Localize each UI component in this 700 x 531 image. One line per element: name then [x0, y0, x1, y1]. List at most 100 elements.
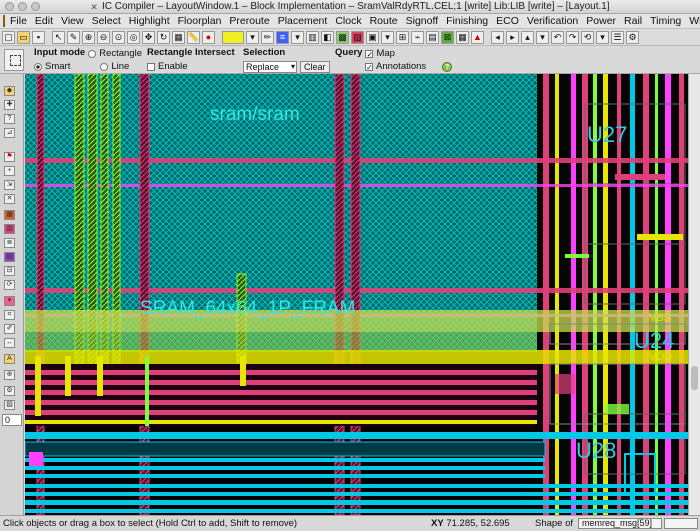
menu-floorplan[interactable]: Floorplan	[174, 14, 226, 29]
history-dropdown-icon[interactable]: ▾	[596, 30, 609, 44]
history-icon[interactable]: ⟲	[581, 30, 594, 44]
group-icon[interactable]: ▤	[4, 252, 15, 262]
menu-rail[interactable]: Rail	[620, 14, 646, 29]
pan-icon[interactable]: ✥	[142, 30, 155, 44]
query-icon[interactable]: ?	[4, 114, 15, 124]
map-checkbox[interactable]: ✓	[365, 49, 374, 58]
pen-icon[interactable]: ✎	[67, 30, 80, 44]
net-icon[interactable]: ⊞	[396, 30, 409, 44]
stop-icon[interactable]: ●	[202, 30, 215, 44]
selection-mode-select[interactable]: Replace	[243, 60, 297, 73]
rotate-icon[interactable]: ⟳	[4, 280, 15, 290]
zoom-fit-icon[interactable]: ⊙	[112, 30, 125, 44]
layout-canvas[interactable]: sram/sram SRAM_64x64_1P_FRAM U27 U24 U28…	[25, 74, 688, 515]
menu-window[interactable]: Window	[685, 14, 700, 29]
script-icon[interactable]: ⚙	[626, 30, 639, 44]
ruler-tool-icon[interactable]: ⊿	[4, 128, 15, 138]
drc-icon[interactable]: ▲	[471, 30, 484, 44]
menu-file[interactable]: File	[6, 14, 31, 29]
menu-edit[interactable]: Edit	[31, 14, 57, 29]
menu-eco[interactable]: ECO	[492, 14, 523, 29]
menu-highlight[interactable]: Highlight	[125, 14, 174, 29]
undo-icon[interactable]: ↶	[551, 30, 564, 44]
paint-icon[interactable]: ▥	[306, 30, 319, 44]
menu-route[interactable]: Route	[366, 14, 402, 29]
clear-button[interactable]: Clear	[300, 60, 330, 73]
layer-icon[interactable]: ≡	[276, 30, 289, 44]
route-icon[interactable]: ⊠	[441, 30, 454, 44]
app-icon[interactable]	[3, 15, 5, 27]
net-color-icon[interactable]: ▾	[4, 296, 15, 306]
cell-icon[interactable]: ▤	[426, 30, 439, 44]
arrow-left-icon[interactable]: ◂	[491, 30, 504, 44]
visibility-icon[interactable]: ◧	[321, 30, 334, 44]
probe-icon[interactable]: ✚	[4, 100, 15, 110]
refresh-icon[interactable]: ↻	[157, 30, 170, 44]
layer-color-icon[interactable]: ▦	[4, 210, 15, 220]
close-window-button[interactable]	[5, 2, 14, 11]
fill-pattern-icon[interactable]: ▥	[4, 224, 15, 234]
pin-icon[interactable]: ⊕	[4, 370, 15, 380]
vss-rail[interactable]	[25, 310, 688, 332]
ruler-icon[interactable]: 📏	[187, 30, 200, 44]
color-swatch-icon[interactable]	[222, 30, 244, 44]
menu-verification[interactable]: Verification	[523, 14, 582, 29]
snap-icon[interactable]: ⌗	[4, 310, 15, 320]
arrow-up-icon[interactable]: ▴	[521, 30, 534, 44]
flag-icon[interactable]: ⚑	[4, 152, 15, 162]
map-icon[interactable]: ▩	[336, 30, 349, 44]
blockage-icon[interactable]: ▨	[4, 400, 15, 410]
settings-icon[interactable]: ⚙	[4, 386, 15, 396]
redo-icon[interactable]: ↷	[566, 30, 579, 44]
highlight-pen-icon[interactable]: ✏	[261, 30, 274, 44]
smart-radio[interactable]	[34, 62, 42, 71]
zoom-level-field[interactable]: 0	[2, 414, 22, 426]
line-radio[interactable]	[100, 62, 109, 71]
menu-signoff[interactable]: Signoff	[402, 14, 443, 29]
color-dropdown-icon[interactable]: ▾	[246, 30, 259, 44]
add-icon[interactable]: +	[4, 166, 15, 176]
menu-power[interactable]: Power	[582, 14, 620, 29]
layers-dropdown-icon[interactable]: ▾	[291, 30, 304, 44]
new-icon[interactable]: ▢	[2, 30, 15, 44]
checker-icon[interactable]: ▦	[456, 30, 469, 44]
help-icon[interactable]: ?	[442, 61, 453, 72]
menu-view[interactable]: View	[57, 14, 88, 29]
save-icon[interactable]: ▪	[32, 30, 45, 44]
menu-select[interactable]: Select	[88, 14, 125, 29]
stretch-icon[interactable]: ↔	[4, 338, 15, 348]
vertical-scrollbar[interactable]	[688, 74, 700, 515]
edit-icon[interactable]: ✐	[4, 324, 15, 334]
timing-icon[interactable]: ⌁	[411, 30, 424, 44]
align-icon[interactable]: ≣	[4, 238, 15, 248]
open-folder-icon[interactable]: ▭	[17, 30, 30, 44]
chip-dropdown-icon[interactable]: ▾	[381, 30, 394, 44]
move-icon[interactable]: ⇲	[4, 180, 15, 190]
annotations-checkbox[interactable]: ✓	[365, 62, 373, 71]
arrow-down-icon[interactable]: ▾	[536, 30, 549, 44]
scrollbar-thumb[interactable]	[691, 366, 698, 390]
menu-finishing[interactable]: Finishing	[442, 14, 492, 29]
selection-tool-icon[interactable]	[4, 49, 24, 71]
layout-icon[interactable]: ▨	[351, 30, 364, 44]
zoom-area-icon[interactable]: ◎	[127, 30, 140, 44]
menu-timing[interactable]: Timing	[646, 14, 685, 29]
menu-preroute[interactable]: Preroute	[225, 14, 273, 29]
delete-icon[interactable]: ✕	[4, 194, 15, 204]
minimize-window-button[interactable]	[18, 2, 27, 11]
menu-placement[interactable]: Placement	[274, 14, 332, 29]
zoom-out-icon[interactable]: ⊖	[97, 30, 110, 44]
rectangle-radio[interactable]	[88, 49, 97, 58]
arrow-right-icon[interactable]: ▸	[506, 30, 519, 44]
chip-icon[interactable]: ▣	[366, 30, 379, 44]
vdd-rail[interactable]	[25, 350, 688, 364]
enable-checkbox[interactable]	[147, 62, 155, 71]
highlight-icon[interactable]: ◆	[4, 86, 15, 96]
select-arrow-icon[interactable]: ↖	[52, 30, 65, 44]
zoom-in-icon[interactable]: ⊕	[82, 30, 95, 44]
properties-icon[interactable]: ☰	[611, 30, 624, 44]
label-icon[interactable]: A	[4, 354, 15, 364]
zoom-window-button[interactable]	[31, 2, 40, 11]
menu-clock[interactable]: Clock	[331, 14, 365, 29]
grid-icon[interactable]: ▦	[172, 30, 185, 44]
